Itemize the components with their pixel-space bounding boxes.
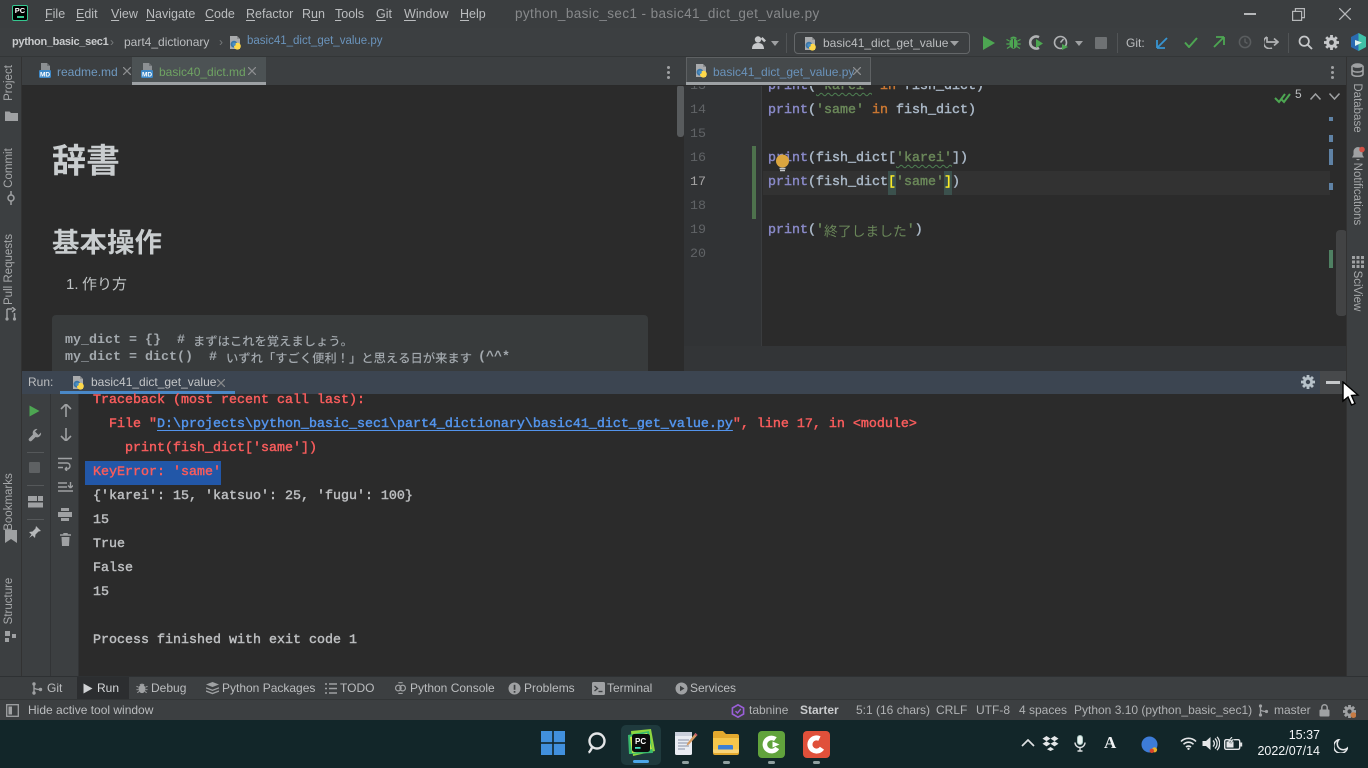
svg-text:MD: MD <box>40 71 50 78</box>
svg-text:MD: MD <box>142 71 152 78</box>
svg-text:PC: PC <box>635 737 646 746</box>
